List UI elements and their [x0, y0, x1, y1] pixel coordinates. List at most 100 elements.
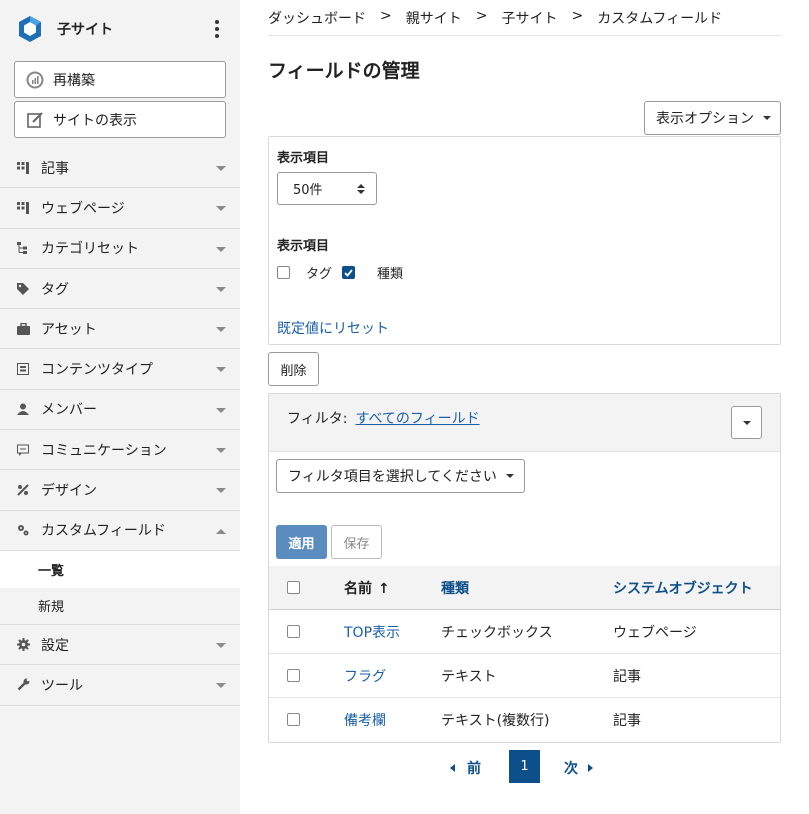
sidebar-item-members[interactable]: メンバー [0, 390, 240, 431]
view-site-button[interactable]: サイトの表示 [14, 101, 226, 138]
sidebar-item-settings[interactable]: 設定 [0, 625, 240, 666]
site-logo-icon[interactable] [15, 14, 45, 44]
table-header-row: 名前 ↑ 種類 システムオブジェクト [269, 566, 780, 610]
caret-down-icon [505, 474, 514, 478]
sidebar-subitem-new[interactable]: 新規 [0, 588, 240, 625]
filter-label: フィルタ: すべてのフィールド [287, 408, 480, 428]
filter-current-link[interactable]: すべてのフィールド [355, 411, 479, 427]
sort-arrow-up-icon: ↑ [378, 580, 390, 597]
sidebar-item-communication[interactable]: コミュニケーション [0, 430, 240, 471]
gear-icon [16, 638, 30, 652]
row-checkbox[interactable] [287, 713, 300, 726]
check-icon [344, 268, 353, 277]
filter-toggle-button[interactable] [731, 406, 762, 439]
rebuild-icon [25, 70, 45, 90]
limit-select[interactable]: 50件 [277, 172, 377, 205]
chevron-down-icon [216, 246, 226, 252]
chevron-right-icon [588, 764, 593, 772]
category-set-icon [16, 241, 30, 255]
sidebar-item-label: コミュニケーション [41, 442, 167, 459]
next-page-label: 次 [564, 761, 578, 777]
sidebar-item-tags[interactable]: タグ [0, 269, 240, 310]
site-header: 子サイト [0, 0, 240, 58]
column-header-type[interactable]: 種類 [441, 578, 469, 598]
entries-icon [16, 161, 30, 175]
breadcrumb-parent-site[interactable]: 親サイト [406, 8, 462, 35]
custom-field-icon [16, 523, 30, 537]
site-name[interactable]: 子サイト [57, 19, 113, 39]
prev-page-label: 前 [467, 761, 481, 777]
checkbox-tag-label: タグ [306, 267, 333, 282]
select-all-checkbox[interactable] [287, 581, 300, 594]
sidebar-nav: 記事 ウェブページ カテゴリセット タグ アセット コンテンツタイプ メンバー … [0, 148, 240, 706]
checkbox-tag[interactable] [277, 266, 290, 279]
delete-button[interactable]: 削除 [268, 352, 319, 386]
reset-defaults-link[interactable]: 既定値にリセット [277, 318, 389, 338]
view-site-label: サイトの表示 [53, 112, 137, 129]
table-row: TOP表示 チェックボックス ウェブページ [269, 610, 780, 654]
sidebar-item-assets[interactable]: アセット [0, 309, 240, 350]
row-checkbox[interactable] [287, 625, 300, 638]
columns-label: 表示項目 [277, 239, 330, 254]
display-options-button[interactable]: 表示オプション [644, 101, 781, 135]
limit-value: 50件 [293, 183, 323, 198]
sidebar-item-label: ウェブページ [41, 200, 125, 217]
field-type: テキスト(複数行) [441, 713, 550, 729]
column-header-name[interactable]: 名前 ↑ [344, 578, 390, 598]
sidebar-item-label: ツール [41, 677, 83, 694]
edit-square-icon [25, 110, 45, 130]
kebab-menu-icon[interactable] [214, 20, 220, 38]
rebuild-button[interactable]: 再構築 [14, 61, 226, 98]
table-row: フラグ テキスト 記事 [269, 654, 780, 698]
breadcrumb-child-site[interactable]: 子サイト [501, 8, 557, 35]
chevron-down-icon [216, 206, 226, 212]
page-title: フィールドの管理 [268, 60, 420, 82]
current-page[interactable]: 1 [509, 750, 540, 783]
checkbox-type[interactable] [342, 266, 356, 279]
apply-button[interactable]: 適用 [276, 525, 327, 559]
next-page-link[interactable]: 次 [564, 758, 593, 778]
chevron-down-icon [216, 367, 226, 373]
row-checkbox[interactable] [287, 669, 300, 682]
sidebar-item-label: コンテンツタイプ [41, 362, 153, 379]
field-system-object: 記事 [613, 713, 641, 729]
breadcrumb-separator: > [571, 8, 584, 24]
checkbox-type-label: 種類 [377, 267, 404, 282]
sidebar-item-custom-fields[interactable]: カスタムフィールド [0, 511, 240, 551]
sidebar-item-entries[interactable]: 記事 [0, 148, 240, 189]
field-type: チェックボックス [441, 624, 553, 641]
save-button[interactable]: 保存 [331, 525, 382, 559]
column-header-name-label: 名前 [344, 580, 372, 597]
select-arrows-icon [357, 184, 365, 194]
sidebar-subitem-label: 一覧 [38, 563, 65, 579]
design-icon [16, 483, 30, 497]
sidebar-item-tools[interactable]: ツール [0, 665, 240, 706]
chevron-up-icon [216, 528, 226, 534]
field-list-panel: フィルタ: すべてのフィールド フィルタ項目を選択してください 適用 保存 名前 ↑… [268, 393, 781, 743]
sidebar-subitem-list[interactable]: 一覧 [0, 550, 240, 588]
sidebar-item-content-types[interactable]: コンテンツタイプ [0, 349, 240, 390]
tag-icon [16, 282, 30, 296]
filter-select-label: フィルタ項目を選択してください [288, 469, 497, 485]
content-type-icon [16, 362, 30, 376]
rebuild-label: 再構築 [53, 72, 95, 89]
filter-label-text: フィルタ: [287, 411, 348, 427]
caret-down-icon [742, 420, 751, 425]
field-system-object: ウェブページ [613, 624, 697, 641]
chevron-down-icon [216, 286, 226, 292]
filter-header: フィルタ: すべてのフィールド [269, 394, 780, 452]
sidebar-item-design[interactable]: デザイン [0, 470, 240, 511]
prev-page-link[interactable]: 前 [450, 758, 481, 778]
field-name-link[interactable]: TOP表示 [344, 622, 400, 642]
sidebar-item-category-sets[interactable]: カテゴリセット [0, 229, 240, 269]
breadcrumb: ダッシュボード > 親サイト > 子サイト > カスタムフィールド [268, 8, 781, 36]
field-name-link[interactable]: 備考欄 [344, 710, 386, 730]
sidebar-item-pages[interactable]: ウェブページ [0, 188, 240, 229]
breadcrumb-dashboard[interactable]: ダッシュボード [268, 8, 366, 35]
field-name-link[interactable]: フラグ [344, 666, 386, 686]
sidebar-subitem-label: 新規 [38, 600, 65, 616]
display-options-panel: 表示項目 50件 表示項目 タグ 種類 既定値にリセット [268, 136, 781, 345]
column-header-system-object[interactable]: システムオブジェクト [613, 578, 753, 598]
filter-item-select[interactable]: フィルタ項目を選択してください [276, 459, 525, 493]
sidebar-item-label: デザイン [41, 483, 97, 500]
